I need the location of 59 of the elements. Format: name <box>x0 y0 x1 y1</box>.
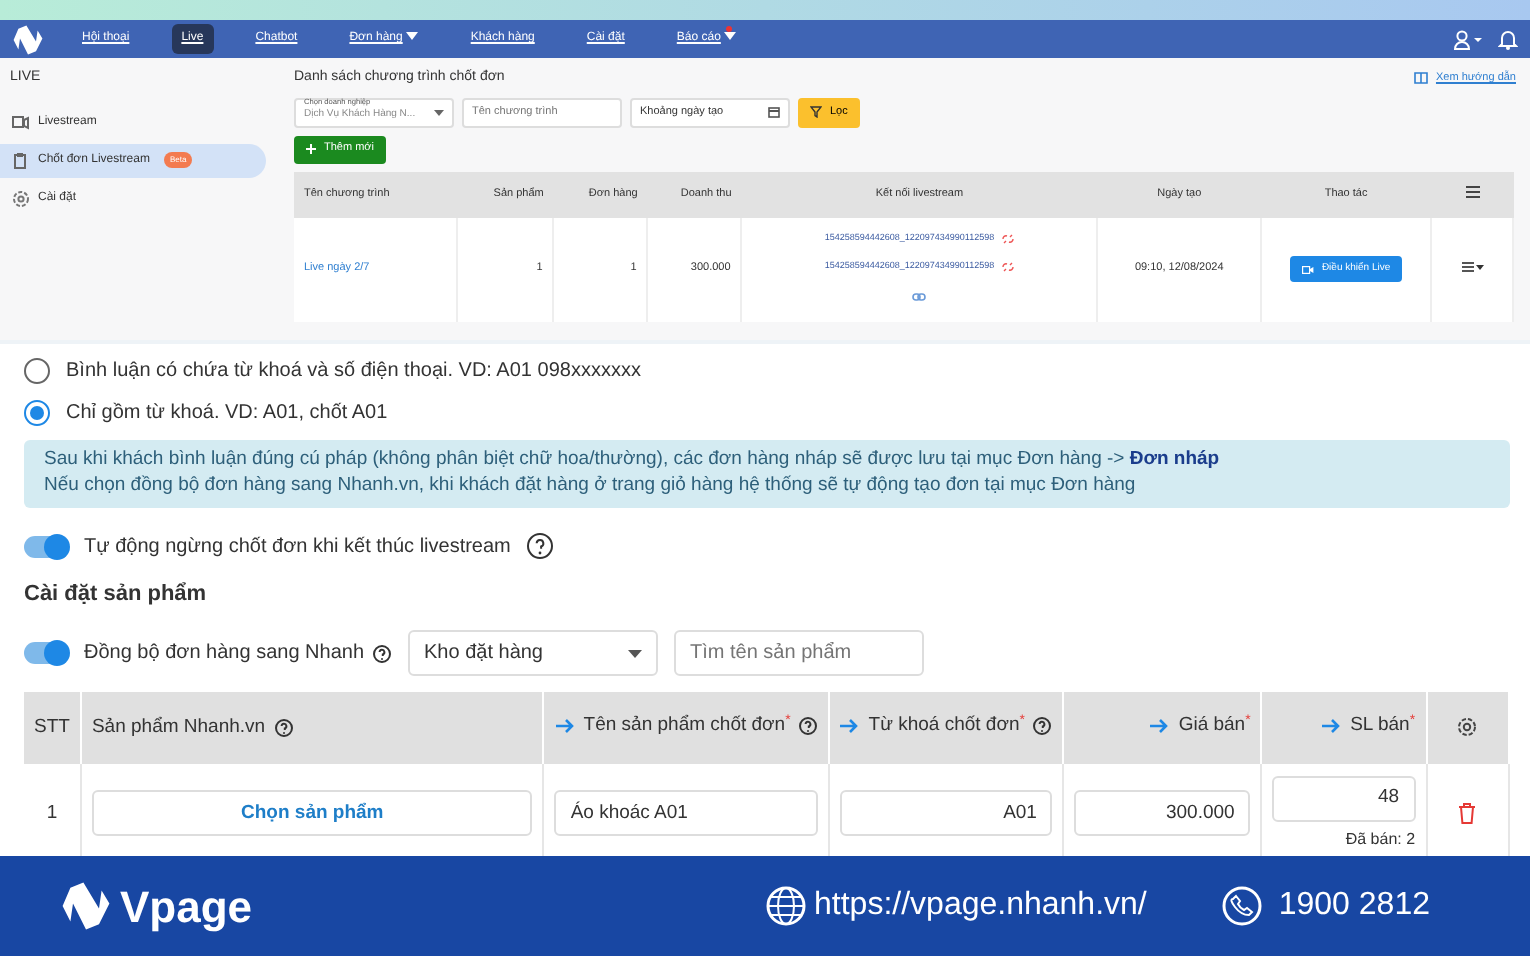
notification-dot <box>726 26 733 32</box>
trash-icon[interactable] <box>1458 801 1477 824</box>
radio-button[interactable] <box>24 358 50 384</box>
arrow-icon <box>840 718 861 735</box>
settings-icon[interactable] <box>1456 715 1479 738</box>
website-url: https://vpage.nhanh.vn/ <box>814 886 1147 926</box>
broken-link-icon[interactable] <box>1002 233 1015 243</box>
option-label: Bình luận có chứa từ khoá và số điện thoại. VD: A01 098xxxxxxx <box>66 358 641 386</box>
notice-text: Sau khi khách bình luận đúng cú pháp (không phân biệt chữ hoa/thường), các đơn hàng nháp sẽ được lưu tại mục Đơn hàng -> Đơn nháp <box>44 448 1222 474</box>
menu-icon[interactable] <box>1465 186 1479 199</box>
link-icon[interactable] <box>912 292 927 303</box>
phone-number: 1900 2812 <box>1278 886 1430 926</box>
choose-product-button[interactable]: Chọn sản phẩm <box>91 790 533 837</box>
option-label: Chỉ gồm từ khoá. VD: A01, chốt A01 <box>66 400 388 428</box>
product-search-field[interactable]: Tìm tên sản phẩm <box>674 630 924 677</box>
keyword-input[interactable]: A01 <box>840 790 1053 837</box>
arrow-icon <box>555 718 576 735</box>
caret-icon <box>724 32 737 41</box>
logo-icon <box>12 23 44 55</box>
filter-icon <box>810 106 822 118</box>
help-icon <box>798 716 819 737</box>
toggle-label: Đồng bộ đơn hàng sang Nhanh <box>84 640 364 669</box>
calendar-icon <box>768 106 780 118</box>
help-icon <box>1032 716 1053 737</box>
video-icon <box>1301 265 1314 273</box>
logo-icon <box>60 880 112 932</box>
section-title: Cài đặt sản phẩm <box>24 579 209 610</box>
arrow-icon <box>1322 718 1343 735</box>
name-input[interactable]: Áo khoác A01 <box>554 790 819 837</box>
column-header: Sản phẩm Nhanh.vn <box>91 714 266 742</box>
toggle-switch[interactable] <box>24 642 68 665</box>
row-menu-icon[interactable] <box>1461 262 1483 273</box>
video-icon <box>12 113 30 131</box>
warehouse-select[interactable]: Kho đặt hàng <box>408 630 658 677</box>
notice-text: Nếu chọn đồng bộ đơn hàng sang Nhanh.vn, khi khách đặt hàng ở trang giỏ hàng hệ thống sẽ tự động tạo đơn tại mục Đơn hàng <box>44 473 1138 500</box>
help-icon <box>526 532 555 561</box>
toggle-switch[interactable] <box>24 535 68 558</box>
clipboard-icon <box>12 151 30 169</box>
user-icon[interactable] <box>1454 29 1482 49</box>
bell-icon[interactable] <box>1498 28 1518 50</box>
plus-icon <box>306 144 316 154</box>
toggle-label: Tự động ngừng chốt đơn khi kết thúc livestream <box>84 533 511 562</box>
caret-icon <box>406 32 419 41</box>
help-icon <box>273 718 294 739</box>
broken-link-icon[interactable] <box>1002 262 1015 273</box>
caret-icon <box>628 649 642 658</box>
settings-icon <box>12 189 30 207</box>
phone-icon <box>1222 886 1263 926</box>
caret-icon <box>434 109 444 115</box>
price-input[interactable]: 300.000 <box>1074 790 1251 837</box>
column-header: STT <box>34 714 70 742</box>
sold-count: Đã bán: 2 <box>1343 827 1416 852</box>
quantity-input[interactable]: 48 <box>1272 775 1416 822</box>
brand-name: Vpage <box>120 879 253 936</box>
globe-icon <box>766 886 807 926</box>
radio-button[interactable] <box>24 400 50 426</box>
arrow-icon <box>1150 718 1171 735</box>
book-icon <box>1413 72 1428 85</box>
help-icon <box>372 643 392 664</box>
